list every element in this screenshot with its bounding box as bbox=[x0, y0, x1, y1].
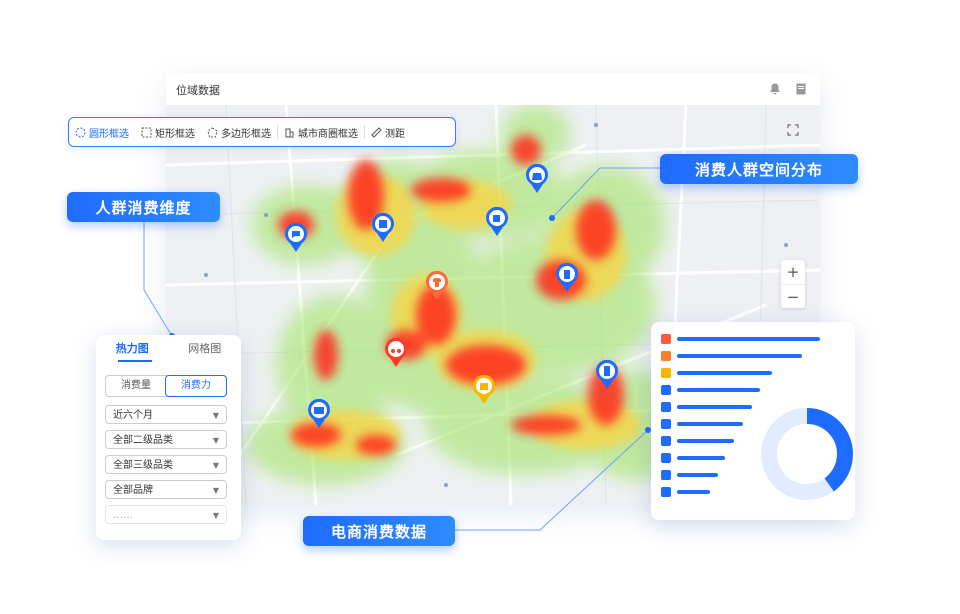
category-icon bbox=[661, 436, 671, 446]
category-bar bbox=[677, 354, 802, 358]
category-bar bbox=[677, 490, 710, 494]
category-icon bbox=[661, 351, 671, 361]
category-level3-select[interactable]: 全部三级品类 ▼ bbox=[105, 455, 227, 474]
caret-down-icon: ▼ bbox=[212, 411, 219, 420]
filter-panel: 热力图 网格图 消费量 消费力 近六个月 ▼ 全部二级品类 ▼ 全部三级品类 ▼ 全部… bbox=[96, 335, 241, 540]
select-value: 全部二级品类 bbox=[113, 435, 173, 446]
category-bar bbox=[677, 371, 772, 375]
category-bar-row bbox=[661, 453, 725, 463]
tab-heatmap[interactable]: 热力图 bbox=[96, 335, 169, 363]
caret-down-icon: ▼ bbox=[212, 436, 219, 445]
category-icon bbox=[661, 453, 671, 463]
callout-ecommerce-data: 电商消费数据 bbox=[303, 516, 455, 546]
category-stats-panel bbox=[651, 322, 855, 520]
category-bar bbox=[677, 422, 743, 426]
select-value: 全部三级品类 bbox=[113, 460, 173, 471]
donut-chart bbox=[761, 408, 853, 500]
caret-down-icon: ▼ bbox=[212, 511, 219, 520]
more-select[interactable]: …… ▼ bbox=[105, 505, 227, 524]
category-icon bbox=[661, 470, 671, 480]
category-bar-row bbox=[661, 351, 802, 361]
category-bar bbox=[677, 405, 752, 409]
category-icon bbox=[661, 402, 671, 412]
category-icon bbox=[661, 385, 671, 395]
select-value: …… bbox=[113, 510, 133, 521]
category-level2-select[interactable]: 全部二级品类 ▼ bbox=[105, 430, 227, 449]
category-bar-row bbox=[661, 368, 772, 378]
caret-down-icon: ▼ bbox=[212, 486, 219, 495]
brand-select[interactable]: 全部品牌 ▼ bbox=[105, 480, 227, 499]
category-bar bbox=[677, 473, 718, 477]
category-icon bbox=[661, 487, 671, 497]
segment-consumption-power[interactable]: 消费力 bbox=[165, 375, 227, 397]
segment-consumption-volume[interactable]: 消费量 bbox=[106, 376, 166, 396]
category-icon bbox=[661, 368, 671, 378]
callout-consumption-dimension: 人群消费维度 bbox=[67, 192, 220, 222]
category-icon bbox=[661, 334, 671, 344]
category-bar bbox=[677, 439, 734, 443]
category-bar-row bbox=[661, 436, 734, 446]
tab-underline bbox=[118, 360, 152, 362]
category-bar bbox=[677, 337, 820, 341]
category-bar-row bbox=[661, 419, 743, 429]
category-icon bbox=[661, 419, 671, 429]
metric-toggle: 消费量 消费力 bbox=[105, 375, 227, 397]
category-bar-row bbox=[661, 385, 760, 395]
callout-spatial-distribution: 消费人群空间分布 bbox=[660, 154, 858, 184]
caret-down-icon: ▼ bbox=[212, 461, 219, 470]
select-value: 近六个月 bbox=[113, 410, 153, 421]
category-bar-row bbox=[661, 334, 820, 344]
category-bar-row bbox=[661, 487, 710, 497]
select-value: 全部品牌 bbox=[113, 485, 153, 496]
tab-gridmap[interactable]: 网格图 bbox=[169, 335, 242, 363]
category-bar bbox=[677, 388, 760, 392]
category-bar-row bbox=[661, 470, 718, 480]
category-bar-row bbox=[661, 402, 752, 412]
period-select[interactable]: 近六个月 ▼ bbox=[105, 405, 227, 424]
category-bar bbox=[677, 456, 725, 460]
map-type-tabs: 热力图 网格图 bbox=[96, 335, 241, 363]
